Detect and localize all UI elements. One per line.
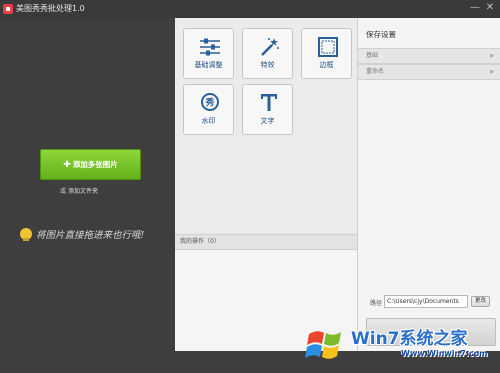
drag-hint-text: 将图片直接拖进来也行哦! [36, 230, 145, 241]
change-path-button[interactable]: 更改 [471, 296, 490, 307]
tool-label: 特效 [260, 61, 275, 69]
path-label: 路径 [370, 300, 383, 307]
section-basic[interactable]: 基础 » [358, 48, 500, 64]
tool-border[interactable]: 边框 [301, 28, 352, 79]
watermark-url: Www.Winwin7.com [401, 349, 488, 358]
windows-flag-icon [305, 331, 341, 359]
minimize-button[interactable]: — [468, 2, 482, 14]
magic-wand-icon [261, 38, 279, 56]
left-pane: ✚ 添加多张图片 或 添加文件夹 将图片直接拖进来也行哦! [0, 18, 175, 373]
watermark-stamp-icon: 秀 [201, 93, 219, 111]
tool-basic-adjust[interactable]: 基础调整 [183, 28, 234, 79]
chevron-right-icon: » [489, 67, 494, 76]
chevron-right-icon: » [489, 51, 494, 60]
tool-label: 文字 [260, 117, 275, 125]
section-rename[interactable]: 重命名 » [358, 64, 500, 80]
plus-icon: ✚ [63, 160, 71, 170]
save-settings-title: 保存设置 [366, 30, 396, 39]
tool-watermark[interactable]: 秀 水印 [183, 84, 234, 135]
add-folder-row: 或 添加文件夹 [60, 186, 98, 195]
add-photos-button[interactable]: ✚ 添加多张图片 [40, 149, 141, 180]
svg-text:秀: 秀 [204, 97, 214, 109]
lightbulb-icon [20, 228, 32, 241]
window-title: 美图秀秀批处理1.0 [16, 4, 85, 13]
watermark-brand: Win7系统之家 [351, 329, 468, 349]
save-path-field[interactable]: C:\Users\cjy\Documents [384, 295, 468, 308]
tool-label: 水印 [201, 117, 216, 125]
tool-text[interactable]: 文字 [242, 84, 293, 135]
tool-label: 基础调整 [194, 61, 223, 69]
add-folder-link[interactable]: 添加文件夹 [68, 188, 98, 195]
add-photos-label: 添加多张图片 [72, 160, 118, 169]
sliders-icon [200, 38, 220, 56]
my-operations-header: 我的操作（0） [175, 234, 357, 250]
or-text: 或 [60, 188, 67, 195]
app-logo-icon [3, 4, 13, 14]
title-bar: 美图秀秀批处理1.0 — ✕ [0, 0, 500, 18]
frame-icon [318, 37, 338, 57]
text-t-icon [261, 94, 277, 111]
close-button[interactable]: ✕ [483, 2, 497, 14]
tool-label: 边框 [319, 61, 334, 69]
save-settings-panel: 保存设置 基础 » 重命名 » 路径 C:\Users\cjy\Document… [357, 18, 500, 351]
site-watermark: Win7系统之家 Www.Winwin7.com [303, 322, 500, 373]
tools-panel: 基础调整 特效 边框 秀 水印 文字 我的操作（0） [175, 18, 357, 351]
drag-hint: 将图片直接拖进来也行哦! [20, 227, 144, 241]
section-basic-label: 基础 [366, 52, 379, 59]
tool-effects[interactable]: 特效 [242, 28, 293, 79]
section-rename-label: 重命名 [366, 68, 385, 75]
